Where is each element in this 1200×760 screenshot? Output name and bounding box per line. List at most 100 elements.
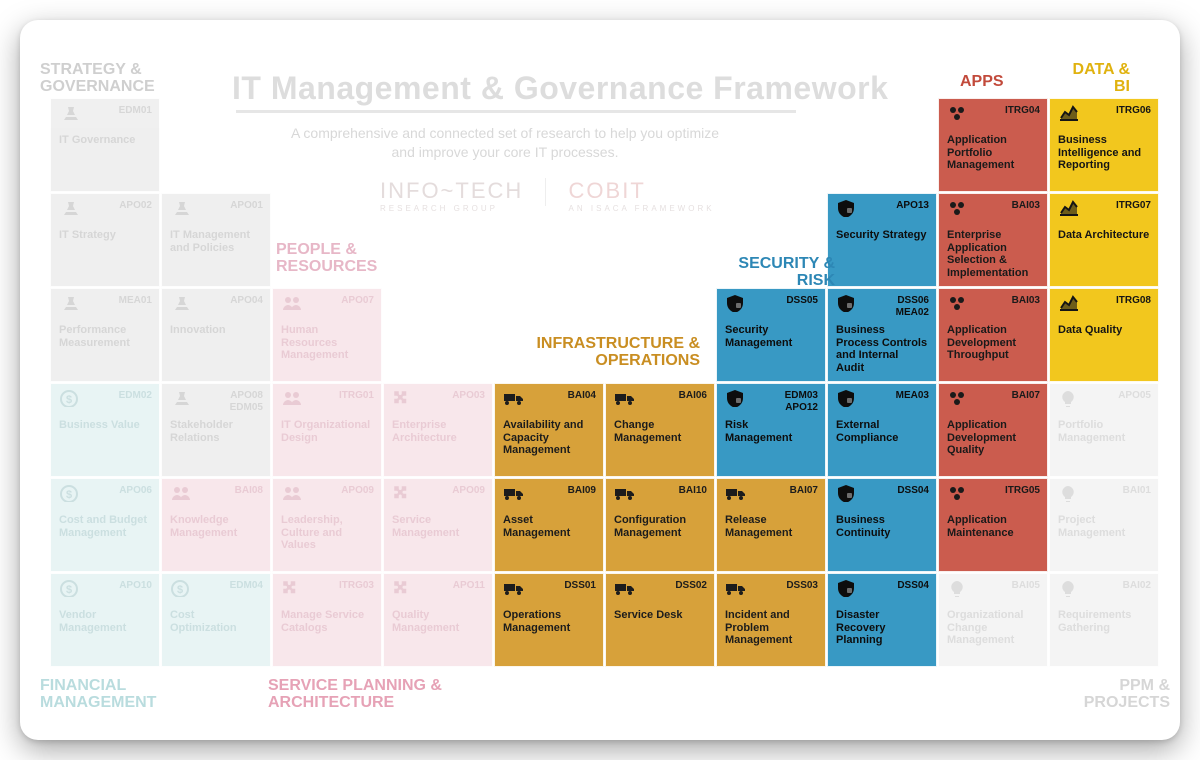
cell-ITRG01[interactable]: ITRG01IT Organizational Design bbox=[272, 383, 382, 477]
truck-icon bbox=[502, 389, 526, 407]
chess-icon bbox=[169, 199, 193, 217]
cell-DSS03[interactable]: DSS03Incident and Problem Management bbox=[716, 573, 826, 667]
cell-DSS01[interactable]: DSS01 Operations Management bbox=[494, 573, 604, 667]
chart-icon bbox=[1057, 294, 1081, 312]
cell-code: APO02 bbox=[119, 200, 152, 212]
category-security: SECURITY & RISK bbox=[715, 256, 835, 290]
cell-label: Business Value bbox=[59, 419, 151, 432]
cell-APO04[interactable]: APO04Innovation bbox=[161, 288, 271, 382]
cell-ITRG08[interactable]: ITRG08 Data Quality bbox=[1049, 288, 1159, 382]
cell-DSS06-MEA02[interactable]: DSS06MEA02Business Process Controls and … bbox=[827, 288, 937, 382]
cog3-icon bbox=[946, 104, 970, 122]
people-icon bbox=[280, 484, 304, 502]
cell-BAI03[interactable]: BAI03Enterprise Application Selection & … bbox=[938, 193, 1048, 287]
cell-ITRG05[interactable]: ITRG05Application Maintenance bbox=[938, 478, 1048, 572]
cell-MEA03[interactable]: MEA03 External Compliance bbox=[827, 383, 937, 477]
cell-APO09[interactable]: APO09 Leadership, Culture and Values bbox=[272, 478, 382, 572]
cell-BAI06[interactable]: BAI06Change Management bbox=[605, 383, 715, 477]
cell-label: Service Management bbox=[392, 514, 484, 539]
cell-code: BAI06 bbox=[679, 390, 707, 402]
chart-icon bbox=[1057, 104, 1081, 122]
chart-icon bbox=[1057, 199, 1081, 217]
cell-BAI01[interactable]: BAI01Project Management bbox=[1049, 478, 1159, 572]
cell-label: External Compliance bbox=[836, 419, 928, 444]
cog3-icon bbox=[946, 294, 970, 312]
cell-ITRG07[interactable]: ITRG07Data Architecture bbox=[1049, 193, 1159, 287]
cell-APO02[interactable]: APO02 IT Strategy bbox=[50, 193, 160, 287]
puzzle-icon bbox=[391, 389, 415, 407]
cell-EDM02[interactable]: EDM02 Business Value bbox=[50, 383, 160, 477]
cell-APO03[interactable]: APO03Enterprise Architecture bbox=[383, 383, 493, 477]
cell-label: Business Continuity bbox=[836, 514, 928, 539]
cell-APO08-EDM05[interactable]: APO08EDM05Stakeholder Relations bbox=[161, 383, 271, 477]
chess-icon bbox=[58, 199, 82, 217]
cell-BAI10[interactable]: BAI10Configuration Management bbox=[605, 478, 715, 572]
cell-code: APO01 bbox=[230, 200, 263, 212]
cell-BAI05[interactable]: BAI05Organizational Change Management bbox=[938, 573, 1048, 667]
cell-BAI08[interactable]: BAI08Knowledge Management bbox=[161, 478, 271, 572]
cell-label: Data Quality bbox=[1058, 324, 1150, 337]
cell-label: Operations Management bbox=[503, 609, 595, 634]
people-icon bbox=[280, 294, 304, 312]
cell-code: MEA01 bbox=[119, 295, 152, 307]
cell-label: Manage Service Catalogs bbox=[281, 609, 373, 634]
cell-DSS05[interactable]: DSS05Security Management bbox=[716, 288, 826, 382]
cell-BAI07[interactable]: BAI07 Application Development Quality bbox=[938, 383, 1048, 477]
cell-code: EDM02 bbox=[119, 390, 152, 402]
cell-EDM03-APO12[interactable]: EDM03APO12Risk Management bbox=[716, 383, 826, 477]
cell-EDM04[interactable]: EDM04Cost Optimization bbox=[161, 573, 271, 667]
cell-code: BAI03 bbox=[1012, 295, 1040, 307]
cell-code: BAI10 bbox=[679, 485, 707, 497]
cell-APO05[interactable]: APO05Portfolio Management bbox=[1049, 383, 1159, 477]
cell-code: APO10 bbox=[119, 580, 152, 592]
cell-code: ITRG06 bbox=[1116, 105, 1151, 117]
cell-label: Disaster Recovery Planning bbox=[836, 609, 928, 647]
cell-label: Enterprise Architecture bbox=[392, 419, 484, 444]
cell-code: ITRG08 bbox=[1116, 295, 1151, 307]
cell-code: BAI07 bbox=[1012, 390, 1040, 402]
dollar-icon bbox=[169, 579, 193, 597]
cell-code: APO09 bbox=[341, 485, 374, 497]
cell-BAI02[interactable]: BAI02Requirements Gathering bbox=[1049, 573, 1159, 667]
cell-APO01[interactable]: APO01IT Management and Policies bbox=[161, 193, 271, 287]
cell-label: IT Organizational Design bbox=[281, 419, 373, 444]
cell-ITRG04[interactable]: ITRG04Application Portfolio Management bbox=[938, 98, 1048, 192]
dollar-icon bbox=[58, 579, 82, 597]
cell-label: Service Desk bbox=[614, 609, 706, 622]
cell-label: Leadership, Culture and Values bbox=[281, 514, 373, 552]
cell-DSS02[interactable]: DSS02Service Desk bbox=[605, 573, 715, 667]
cell-APO09[interactable]: APO09Service Management bbox=[383, 478, 493, 572]
shield-icon bbox=[835, 199, 859, 217]
chess-icon bbox=[169, 389, 193, 407]
cell-MEA01[interactable]: MEA01Performance Measurement bbox=[50, 288, 160, 382]
cell-APO07[interactable]: APO07Human Resources Management bbox=[272, 288, 382, 382]
cell-ITRG03[interactable]: ITRG03Manage Service Catalogs bbox=[272, 573, 382, 667]
cell-label: Security Strategy bbox=[836, 229, 928, 242]
cell-code: APO13 bbox=[896, 200, 929, 212]
cell-label: Application Development Quality bbox=[947, 419, 1039, 457]
cell-EDM01[interactable]: EDM01IT Governance bbox=[50, 98, 160, 192]
cell-label: IT Strategy bbox=[59, 229, 151, 242]
dollar-icon bbox=[58, 484, 82, 502]
cell-APO13[interactable]: APO13 Security Strategy bbox=[827, 193, 937, 287]
cog3-icon bbox=[946, 484, 970, 502]
cell-label: Release Management bbox=[725, 514, 817, 539]
cell-code: DSS01 bbox=[564, 580, 596, 592]
cell-APO06[interactable]: APO06Cost and Budget Management bbox=[50, 478, 160, 572]
cell-BAI09[interactable]: BAI09Asset Management bbox=[494, 478, 604, 572]
cell-label: Application Development Throughput bbox=[947, 324, 1039, 362]
cell-APO11[interactable]: APO11Quality Management bbox=[383, 573, 493, 667]
cell-ITRG06[interactable]: ITRG06Business Intelligence and Reportin… bbox=[1049, 98, 1159, 192]
cell-BAI07[interactable]: BAI07Release Management bbox=[716, 478, 826, 572]
cell-BAI04[interactable]: BAI04Availability and Capacity Managemen… bbox=[494, 383, 604, 477]
cell-DSS04[interactable]: DSS04Disaster Recovery Planning bbox=[827, 573, 937, 667]
cell-code: MEA03 bbox=[896, 390, 929, 402]
shield-icon bbox=[835, 389, 859, 407]
cell-BAI03[interactable]: BAI03 Application Development Throughput bbox=[938, 288, 1048, 382]
cell-code: BAI08 bbox=[235, 485, 263, 497]
truck-icon bbox=[724, 579, 748, 597]
framework-grid: EDM01IT GovernanceAPO02IT StrategyAPO01I… bbox=[40, 40, 1160, 720]
category-infra: INFRASTRUCTURE & OPERATIONS bbox=[490, 336, 700, 370]
cell-APO10[interactable]: APO10Vendor Management bbox=[50, 573, 160, 667]
cell-DSS04[interactable]: DSS04Business Continuity bbox=[827, 478, 937, 572]
